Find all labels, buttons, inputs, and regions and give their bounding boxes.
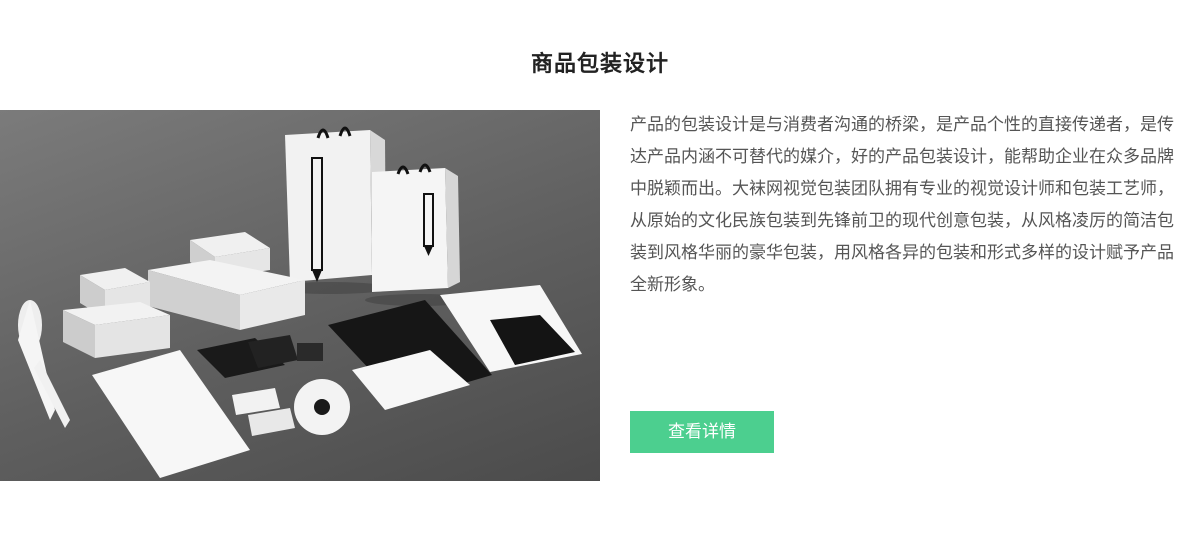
description-text: 产品的包装设计是与消费者沟通的桥梁，是产品个性的直接传递者，是传达产品内涵不可替… xyxy=(630,115,1174,295)
page-title: 商品包装设计 xyxy=(530,52,669,78)
view-details-button[interactable]: 查看详情 xyxy=(630,411,774,453)
packaging-showcase-image xyxy=(0,110,600,481)
